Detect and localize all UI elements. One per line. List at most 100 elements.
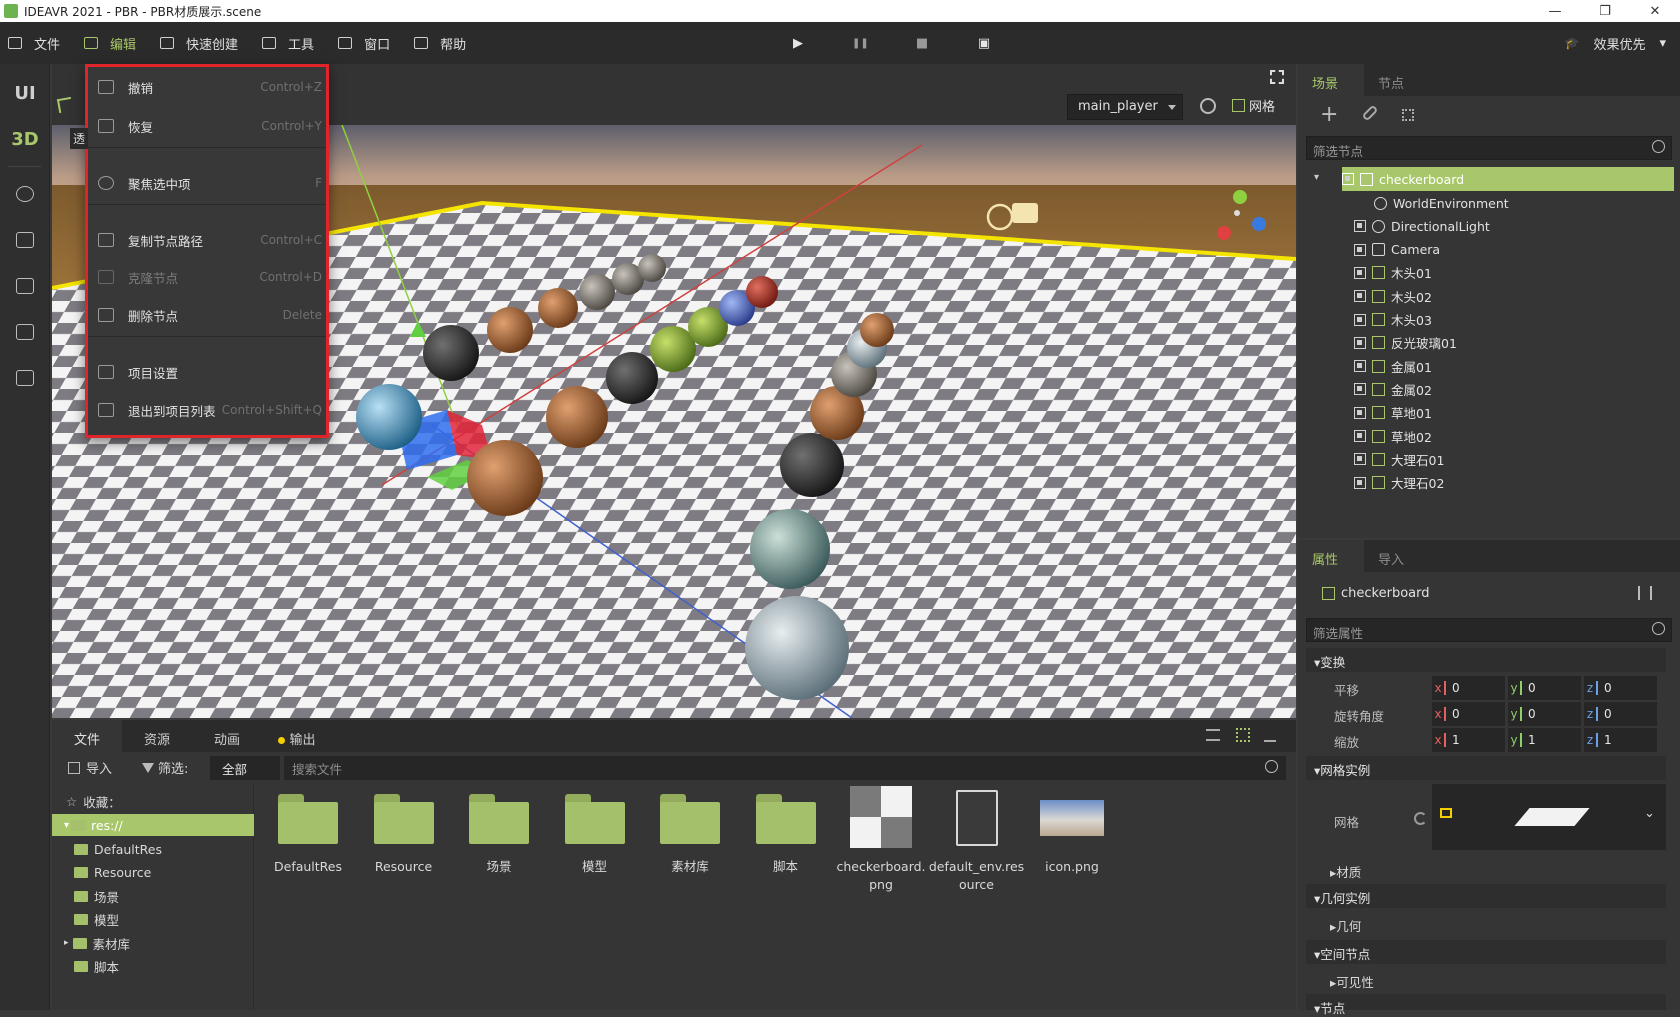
sphere-metal[interactable]	[638, 254, 666, 282]
store-button[interactable]	[0, 217, 50, 263]
gear-icon[interactable]	[1200, 98, 1216, 114]
collapse-arrow-icon[interactable]: ▾	[1314, 172, 1319, 183]
tree-item-folder[interactable]: Resource	[74, 862, 151, 884]
tree-node[interactable]: 草地01	[1354, 401, 1432, 425]
tree-item-folder[interactable]: DefaultRes	[74, 838, 162, 860]
visibility-checkbox[interactable]	[1342, 173, 1354, 185]
perspective-label[interactable]: 透	[70, 128, 89, 149]
section-visibility[interactable]: ▸可见性	[1330, 972, 1374, 991]
z-field[interactable]: z0	[1584, 676, 1657, 700]
tree-item-folder[interactable]: 模型	[74, 909, 119, 931]
reset-icon[interactable]	[1414, 812, 1427, 825]
sphere-metal[interactable]	[579, 274, 615, 310]
node-tool-icon[interactable]	[1402, 109, 1414, 121]
visibility-checkbox[interactable]	[1354, 243, 1366, 256]
tree-node[interactable]: 反光玻璃01	[1354, 331, 1457, 355]
pause-button[interactable]: ❚❚	[852, 38, 869, 49]
visibility-checkbox[interactable]	[1354, 476, 1366, 489]
menu-window[interactable]: 窗口	[330, 22, 406, 64]
x-field[interactable]: x0	[1432, 702, 1505, 726]
tree-item-res[interactable]: ▾ res://	[52, 814, 254, 836]
file-item[interactable]: 场景	[451, 786, 547, 876]
sphere-dark[interactable]	[423, 325, 479, 381]
sphere-wood[interactable]	[487, 307, 533, 353]
tree-node[interactable]: WorldEnvironment	[1374, 191, 1509, 215]
visibility-checkbox[interactable]	[1354, 430, 1366, 442]
link-icon[interactable]	[1361, 104, 1379, 122]
tree-node[interactable]: 木头01	[1354, 261, 1432, 285]
menu-quick-create[interactable]: 快速创建	[152, 22, 254, 64]
grid-view-icon[interactable]	[1236, 728, 1250, 742]
file-item[interactable]: DefaultRes	[260, 786, 356, 876]
sphere-marble-large[interactable]	[745, 596, 849, 700]
gizmo-z-icon[interactable]	[1252, 217, 1266, 231]
select-tool-icon[interactable]	[56, 96, 74, 114]
section-spatial[interactable]: ▾空间节点	[1306, 940, 1666, 964]
section-mesh-instance[interactable]: ▾网格实例	[1306, 756, 1666, 780]
sphere-red[interactable]	[746, 276, 778, 308]
section-material[interactable]: ▸材质	[1330, 862, 1361, 881]
z-field[interactable]: z1	[1584, 728, 1657, 752]
movie-maker-button[interactable]: ▣	[976, 36, 992, 51]
menu-file[interactable]: 文件	[0, 22, 76, 64]
asset-settings-button[interactable]	[0, 263, 50, 309]
visibility-checkbox[interactable]	[1354, 266, 1366, 279]
camera-select[interactable]: main_player	[1067, 94, 1183, 120]
file-item[interactable]: 脚本	[738, 786, 834, 876]
y-field[interactable]: y0	[1508, 702, 1581, 726]
visibility-checkbox[interactable]	[1354, 290, 1366, 303]
3d-mode-button[interactable]: 3D	[0, 116, 50, 162]
visibility-checkbox[interactable]	[1354, 360, 1366, 373]
tab-animation[interactable]: 动画	[192, 720, 262, 752]
z-field[interactable]: z0	[1584, 702, 1657, 726]
tree-node[interactable]: 金属02	[1354, 377, 1432, 401]
close-button[interactable]: ✕	[1630, 4, 1680, 19]
quality-select[interactable]: 效果优先	[1593, 34, 1645, 53]
tab-output[interactable]: 输出	[262, 720, 332, 752]
fullscreen-icon[interactable]	[1270, 70, 1284, 84]
tree-node[interactable]: 木头02	[1354, 284, 1432, 308]
tab-node[interactable]: 节点	[1364, 64, 1430, 96]
tab-scene[interactable]: 场景	[1298, 64, 1364, 96]
sphere-wood[interactable]	[538, 288, 578, 328]
x-field[interactable]: x1	[1432, 728, 1505, 752]
camera-icon[interactable]	[1012, 203, 1038, 223]
tree-node[interactable]: 大理石02	[1354, 471, 1444, 495]
file-item[interactable]: 模型	[547, 786, 643, 876]
tree-node[interactable]: 大理石01	[1354, 447, 1444, 471]
grid-toggle[interactable]: 网格	[1232, 96, 1275, 115]
sphere-dark[interactable]	[606, 352, 658, 404]
menu-item-copy-node-path[interactable]: 复制节点路径 Control+C	[88, 225, 326, 255]
sphere-dark[interactable]	[780, 433, 844, 497]
tree-node[interactable]: 草地02	[1354, 424, 1432, 448]
tree-node[interactable]: DirectionalLight	[1354, 214, 1490, 238]
property-filter-input[interactable]: 筛选属性	[1306, 618, 1672, 642]
tab-properties[interactable]: 属性	[1298, 540, 1364, 572]
y-field[interactable]: y0	[1508, 676, 1581, 700]
visibility-checkbox[interactable]	[1354, 336, 1366, 349]
gizmo-y-icon[interactable]	[1233, 190, 1247, 204]
file-item[interactable]: 素材库	[642, 786, 738, 876]
property-options-icon[interactable]	[1638, 586, 1652, 600]
visibility-checkbox[interactable]	[1354, 406, 1366, 419]
x-field[interactable]: x0	[1432, 676, 1505, 700]
y-field[interactable]: y1	[1508, 728, 1581, 752]
tree-item-folder[interactable]: 场景	[74, 885, 119, 907]
menu-item-exit-to-project-list[interactable]: 退出到项目列表 Control+Shift+Q	[88, 395, 326, 425]
stop-button[interactable]: ■	[914, 36, 930, 51]
section-geometry-instance[interactable]: ▾几何实例	[1306, 884, 1666, 908]
file-item[interactable]: Resource	[356, 786, 452, 876]
file-type-select[interactable]: 全部	[210, 756, 280, 780]
file-search-input[interactable]: 搜索文件	[284, 756, 1286, 780]
menu-help[interactable]: 帮助	[406, 22, 482, 64]
minimize-button[interactable]: —	[1530, 4, 1580, 19]
section-node[interactable]: ▾节点	[1306, 994, 1666, 1016]
tab-resources[interactable]: 资源	[122, 720, 192, 752]
list-view-icon[interactable]	[1206, 729, 1220, 741]
orientation-gizmo[interactable]	[1234, 210, 1240, 216]
tree-item-folder[interactable]: ▸ 素材库	[64, 932, 130, 954]
file-item[interactable]: icon.png	[1024, 786, 1120, 876]
export-button[interactable]	[0, 309, 50, 355]
gizmo-x-icon[interactable]	[1217, 226, 1231, 240]
sphere-glass[interactable]	[356, 384, 422, 450]
